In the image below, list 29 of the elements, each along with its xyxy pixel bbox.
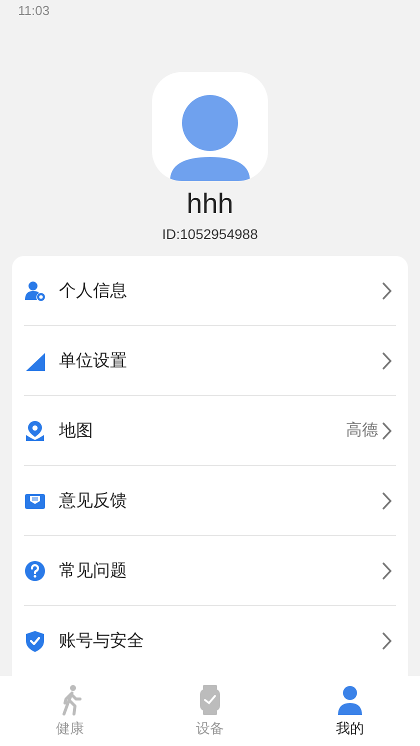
chevron-icon xyxy=(382,352,392,370)
menu-item[interactable]: 单位设置 xyxy=(24,326,396,396)
menu-value: 高德 xyxy=(346,420,378,440)
chevron-icon xyxy=(382,562,392,580)
menu-item[interactable]: 账号与安全 xyxy=(24,606,396,676)
chevron-icon xyxy=(382,632,392,650)
menu-item[interactable]: 地图 高德 xyxy=(24,396,396,466)
nav-tab[interactable]: 我的 xyxy=(280,676,420,746)
chevron-icon xyxy=(382,282,392,300)
menu-item[interactable]: 个人信息 xyxy=(24,256,396,326)
location-pin-icon xyxy=(24,420,46,442)
menu-item[interactable]: 常见问题 xyxy=(24,536,396,606)
user-id: ID:1052954988 xyxy=(162,225,258,243)
menu-label: 常见问题 xyxy=(59,560,128,582)
avatar-frame[interactable] xyxy=(152,72,268,181)
menu-label: 意见反馈 xyxy=(59,490,128,512)
menu-label: 账号与安全 xyxy=(59,630,145,652)
menu-label: 个人信息 xyxy=(59,280,128,302)
person-icon xyxy=(335,684,365,716)
menu-item[interactable]: 意见反馈 xyxy=(24,466,396,536)
menu-label: 单位设置 xyxy=(59,350,128,372)
person-icon xyxy=(24,280,46,302)
menu-label: 地图 xyxy=(59,420,94,442)
shield-icon xyxy=(24,630,46,652)
status-time: 11:03 xyxy=(18,2,50,20)
help-icon xyxy=(24,560,46,582)
chevron-icon xyxy=(382,492,392,510)
chevron-icon xyxy=(382,422,392,440)
user-name: hhh xyxy=(186,188,234,220)
